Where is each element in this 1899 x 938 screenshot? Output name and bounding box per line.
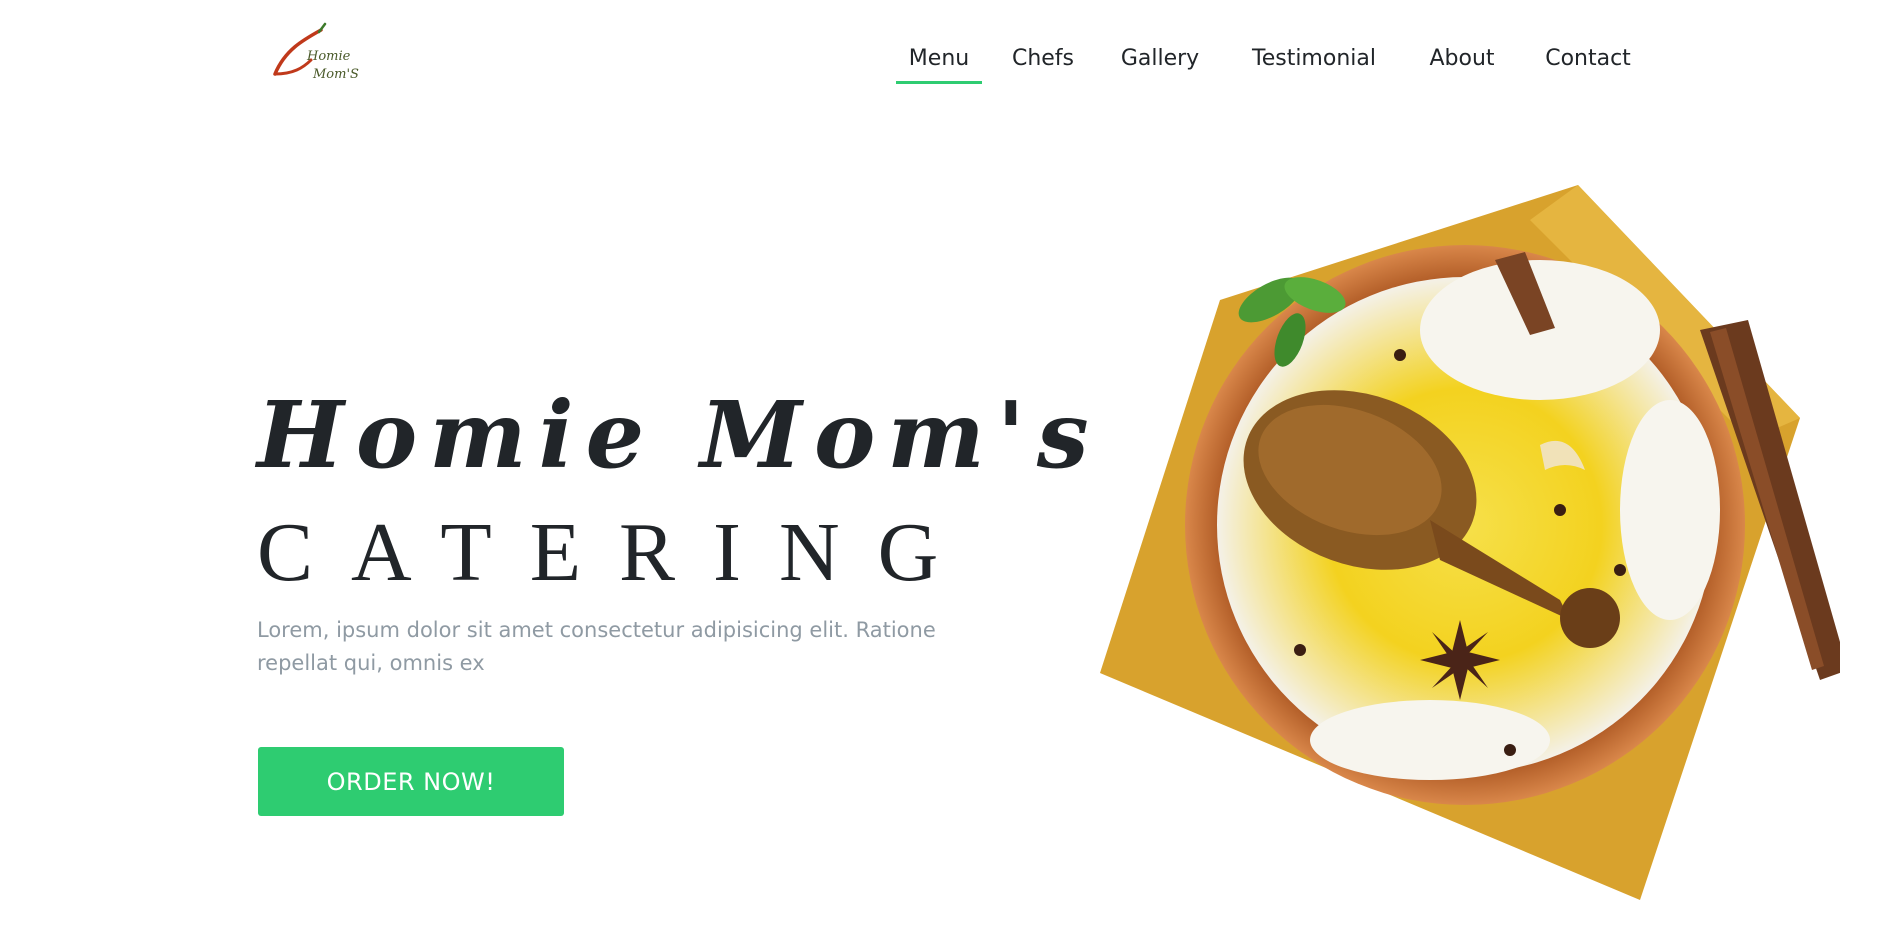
nav-item-chefs[interactable]: Chefs bbox=[1007, 36, 1079, 86]
nav-item-gallery[interactable]: Gallery bbox=[1118, 36, 1202, 86]
chili-logo-icon: Homie Mom'S bbox=[273, 22, 359, 82]
hero-subtitle: CATERING bbox=[257, 506, 977, 599]
logo-text-line1: Homie bbox=[306, 49, 351, 64]
logo[interactable]: Homie Mom'S bbox=[263, 22, 363, 92]
nav-item-about[interactable]: About bbox=[1424, 36, 1500, 86]
nav-item-contact[interactable]: Contact bbox=[1541, 36, 1635, 86]
biryani-bowl-image bbox=[1100, 180, 1848, 910]
nav-item-menu[interactable]: Menu bbox=[896, 36, 982, 86]
site-header: Homie Mom'S Menu Chefs Gallery Testimoni… bbox=[0, 0, 1899, 110]
hero-description: Lorem, ipsum dolor sit amet consectetur … bbox=[257, 618, 936, 675]
hero-title: Homie Mom's bbox=[257, 381, 1101, 489]
order-now-button[interactable]: ORDER NOW! bbox=[258, 747, 564, 816]
nav-item-testimonial[interactable]: Testimonial bbox=[1245, 36, 1383, 86]
logo-text-line2: Mom'S bbox=[312, 67, 359, 82]
